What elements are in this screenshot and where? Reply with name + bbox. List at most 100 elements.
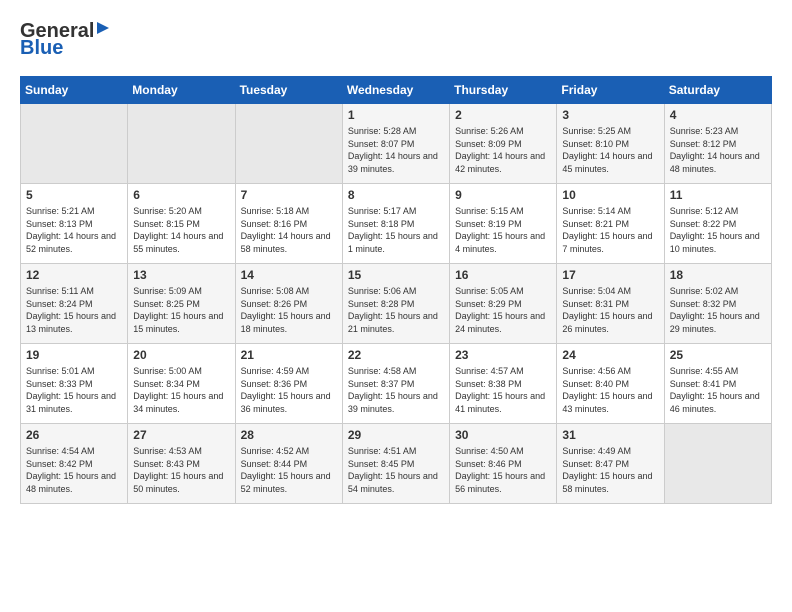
calendar-cell: 6 Sunrise: 5:20 AM Sunset: 8:15 PM Daylig… xyxy=(128,184,235,264)
cell-info: Sunrise: 4:56 AM Sunset: 8:40 PM Dayligh… xyxy=(562,365,658,415)
day-number: 10 xyxy=(562,188,658,202)
calendar-cell: 26 Sunrise: 4:54 AM Sunset: 8:42 PM Dayli… xyxy=(21,424,128,504)
calendar-cell: 8 Sunrise: 5:17 AM Sunset: 8:18 PM Daylig… xyxy=(342,184,449,264)
cell-info: Sunrise: 5:04 AM Sunset: 8:31 PM Dayligh… xyxy=(562,285,658,335)
calendar-week-row: 12 Sunrise: 5:11 AM Sunset: 8:24 PM Dayli… xyxy=(21,264,772,344)
cell-info: Sunrise: 5:17 AM Sunset: 8:18 PM Dayligh… xyxy=(348,205,444,255)
day-number: 25 xyxy=(670,348,766,362)
day-number: 24 xyxy=(562,348,658,362)
cell-info: Sunrise: 5:06 AM Sunset: 8:28 PM Dayligh… xyxy=(348,285,444,335)
day-number: 3 xyxy=(562,108,658,122)
day-number: 26 xyxy=(26,428,122,442)
calendar-cell: 7 Sunrise: 5:18 AM Sunset: 8:16 PM Daylig… xyxy=(235,184,342,264)
cell-info: Sunrise: 5:26 AM Sunset: 8:09 PM Dayligh… xyxy=(455,125,551,175)
cell-info: Sunrise: 4:51 AM Sunset: 8:45 PM Dayligh… xyxy=(348,445,444,495)
calendar-cell: 19 Sunrise: 5:01 AM Sunset: 8:33 PM Dayli… xyxy=(21,344,128,424)
calendar-cell: 10 Sunrise: 5:14 AM Sunset: 8:21 PM Dayli… xyxy=(557,184,664,264)
logo: General Blue xyxy=(20,20,111,60)
logo-arrow-icon xyxy=(95,20,111,36)
day-number: 28 xyxy=(241,428,337,442)
day-number: 6 xyxy=(133,188,229,202)
calendar-cell: 14 Sunrise: 5:08 AM Sunset: 8:26 PM Dayli… xyxy=(235,264,342,344)
calendar-cell: 5Sunrise: 5:21 AM Sunset: 8:13 PM Daylig… xyxy=(21,184,128,264)
calendar-cell: 25 Sunrise: 4:55 AM Sunset: 8:41 PM Dayli… xyxy=(664,344,771,424)
cell-info: Sunrise: 4:55 AM Sunset: 8:41 PM Dayligh… xyxy=(670,365,766,415)
calendar-cell xyxy=(128,104,235,184)
calendar-cell: 15 Sunrise: 5:06 AM Sunset: 8:28 PM Dayli… xyxy=(342,264,449,344)
calendar-cell xyxy=(235,104,342,184)
cell-info: Sunrise: 5:01 AM Sunset: 8:33 PM Dayligh… xyxy=(26,365,122,415)
calendar-table: SundayMondayTuesdayWednesdayThursdayFrid… xyxy=(20,76,772,504)
cell-info: Sunrise: 5:15 AM Sunset: 8:19 PM Dayligh… xyxy=(455,205,551,255)
day-number: 7 xyxy=(241,188,337,202)
column-header-monday: Monday xyxy=(128,77,235,104)
cell-info: Sunrise: 4:49 AM Sunset: 8:47 PM Dayligh… xyxy=(562,445,658,495)
cell-info: Sunrise: 4:57 AM Sunset: 8:38 PM Dayligh… xyxy=(455,365,551,415)
day-number: 11 xyxy=(670,188,766,202)
day-number: 20 xyxy=(133,348,229,362)
day-number: 23 xyxy=(455,348,551,362)
calendar-week-row: 5Sunrise: 5:21 AM Sunset: 8:13 PM Daylig… xyxy=(21,184,772,264)
cell-info: Sunrise: 5:05 AM Sunset: 8:29 PM Dayligh… xyxy=(455,285,551,335)
cell-info: Sunrise: 5:14 AM Sunset: 8:21 PM Dayligh… xyxy=(562,205,658,255)
day-number: 18 xyxy=(670,268,766,282)
day-number: 31 xyxy=(562,428,658,442)
cell-info: Sunrise: 4:54 AM Sunset: 8:42 PM Dayligh… xyxy=(26,445,122,495)
calendar-week-row: 26 Sunrise: 4:54 AM Sunset: 8:42 PM Dayli… xyxy=(21,424,772,504)
column-header-saturday: Saturday xyxy=(664,77,771,104)
calendar-week-row: 19 Sunrise: 5:01 AM Sunset: 8:33 PM Dayli… xyxy=(21,344,772,424)
day-number: 8 xyxy=(348,188,444,202)
cell-info: Sunrise: 5:28 AM Sunset: 8:07 PM Dayligh… xyxy=(348,125,444,175)
calendar-cell: 27 Sunrise: 4:53 AM Sunset: 8:43 PM Dayli… xyxy=(128,424,235,504)
day-number: 15 xyxy=(348,268,444,282)
calendar-cell: 17Sunrise: 5:04 AM Sunset: 8:31 PM Dayli… xyxy=(557,264,664,344)
calendar-week-row: 1 Sunrise: 5:28 AM Sunset: 8:07 PM Daylig… xyxy=(21,104,772,184)
column-header-tuesday: Tuesday xyxy=(235,77,342,104)
day-number: 22 xyxy=(348,348,444,362)
cell-info: Sunrise: 5:02 AM Sunset: 8:32 PM Dayligh… xyxy=(670,285,766,335)
calendar-cell xyxy=(664,424,771,504)
calendar-cell: 11Sunrise: 5:12 AM Sunset: 8:22 PM Dayli… xyxy=(664,184,771,264)
calendar-cell: 24 Sunrise: 4:56 AM Sunset: 8:40 PM Dayli… xyxy=(557,344,664,424)
column-header-friday: Friday xyxy=(557,77,664,104)
day-number: 19 xyxy=(26,348,122,362)
day-number: 27 xyxy=(133,428,229,442)
cell-info: Sunrise: 4:53 AM Sunset: 8:43 PM Dayligh… xyxy=(133,445,229,495)
cell-info: Sunrise: 4:50 AM Sunset: 8:46 PM Dayligh… xyxy=(455,445,551,495)
day-number: 14 xyxy=(241,268,337,282)
page-header: General Blue xyxy=(20,20,772,60)
day-number: 30 xyxy=(455,428,551,442)
day-number: 21 xyxy=(241,348,337,362)
cell-info: Sunrise: 5:25 AM Sunset: 8:10 PM Dayligh… xyxy=(562,125,658,175)
day-number: 29 xyxy=(348,428,444,442)
calendar-cell: 16Sunrise: 5:05 AM Sunset: 8:29 PM Dayli… xyxy=(450,264,557,344)
day-number: 2 xyxy=(455,108,551,122)
calendar-cell: 23 Sunrise: 4:57 AM Sunset: 8:38 PM Dayli… xyxy=(450,344,557,424)
cell-info: Sunrise: 5:08 AM Sunset: 8:26 PM Dayligh… xyxy=(241,285,337,335)
cell-info: Sunrise: 5:18 AM Sunset: 8:16 PM Dayligh… xyxy=(241,205,337,255)
calendar-cell: 9 Sunrise: 5:15 AM Sunset: 8:19 PM Daylig… xyxy=(450,184,557,264)
calendar-cell: 13Sunrise: 5:09 AM Sunset: 8:25 PM Dayli… xyxy=(128,264,235,344)
calendar-cell: 12 Sunrise: 5:11 AM Sunset: 8:24 PM Dayli… xyxy=(21,264,128,344)
cell-info: Sunrise: 4:58 AM Sunset: 8:37 PM Dayligh… xyxy=(348,365,444,415)
day-number: 4 xyxy=(670,108,766,122)
column-header-thursday: Thursday xyxy=(450,77,557,104)
calendar-cell: 22 Sunrise: 4:58 AM Sunset: 8:37 PM Dayli… xyxy=(342,344,449,424)
cell-info: Sunrise: 4:59 AM Sunset: 8:36 PM Dayligh… xyxy=(241,365,337,415)
calendar-cell: 30 Sunrise: 4:50 AM Sunset: 8:46 PM Dayli… xyxy=(450,424,557,504)
calendar-cell: 31 Sunrise: 4:49 AM Sunset: 8:47 PM Dayli… xyxy=(557,424,664,504)
day-number: 9 xyxy=(455,188,551,202)
calendar-header-row: SundayMondayTuesdayWednesdayThursdayFrid… xyxy=(21,77,772,104)
calendar-cell: 18 Sunrise: 5:02 AM Sunset: 8:32 PM Dayli… xyxy=(664,264,771,344)
calendar-cell: 20Sunrise: 5:00 AM Sunset: 8:34 PM Dayli… xyxy=(128,344,235,424)
calendar-cell: 2 Sunrise: 5:26 AM Sunset: 8:09 PM Daylig… xyxy=(450,104,557,184)
day-number: 13 xyxy=(133,268,229,282)
column-header-sunday: Sunday xyxy=(21,77,128,104)
cell-info: Sunrise: 5:20 AM Sunset: 8:15 PM Dayligh… xyxy=(133,205,229,255)
cell-info: Sunrise: 4:52 AM Sunset: 8:44 PM Dayligh… xyxy=(241,445,337,495)
day-number: 1 xyxy=(348,108,444,122)
cell-info: Sunrise: 5:11 AM Sunset: 8:24 PM Dayligh… xyxy=(26,285,122,335)
calendar-cell xyxy=(21,104,128,184)
cell-info: Sunrise: 5:23 AM Sunset: 8:12 PM Dayligh… xyxy=(670,125,766,175)
day-number: 12 xyxy=(26,268,122,282)
